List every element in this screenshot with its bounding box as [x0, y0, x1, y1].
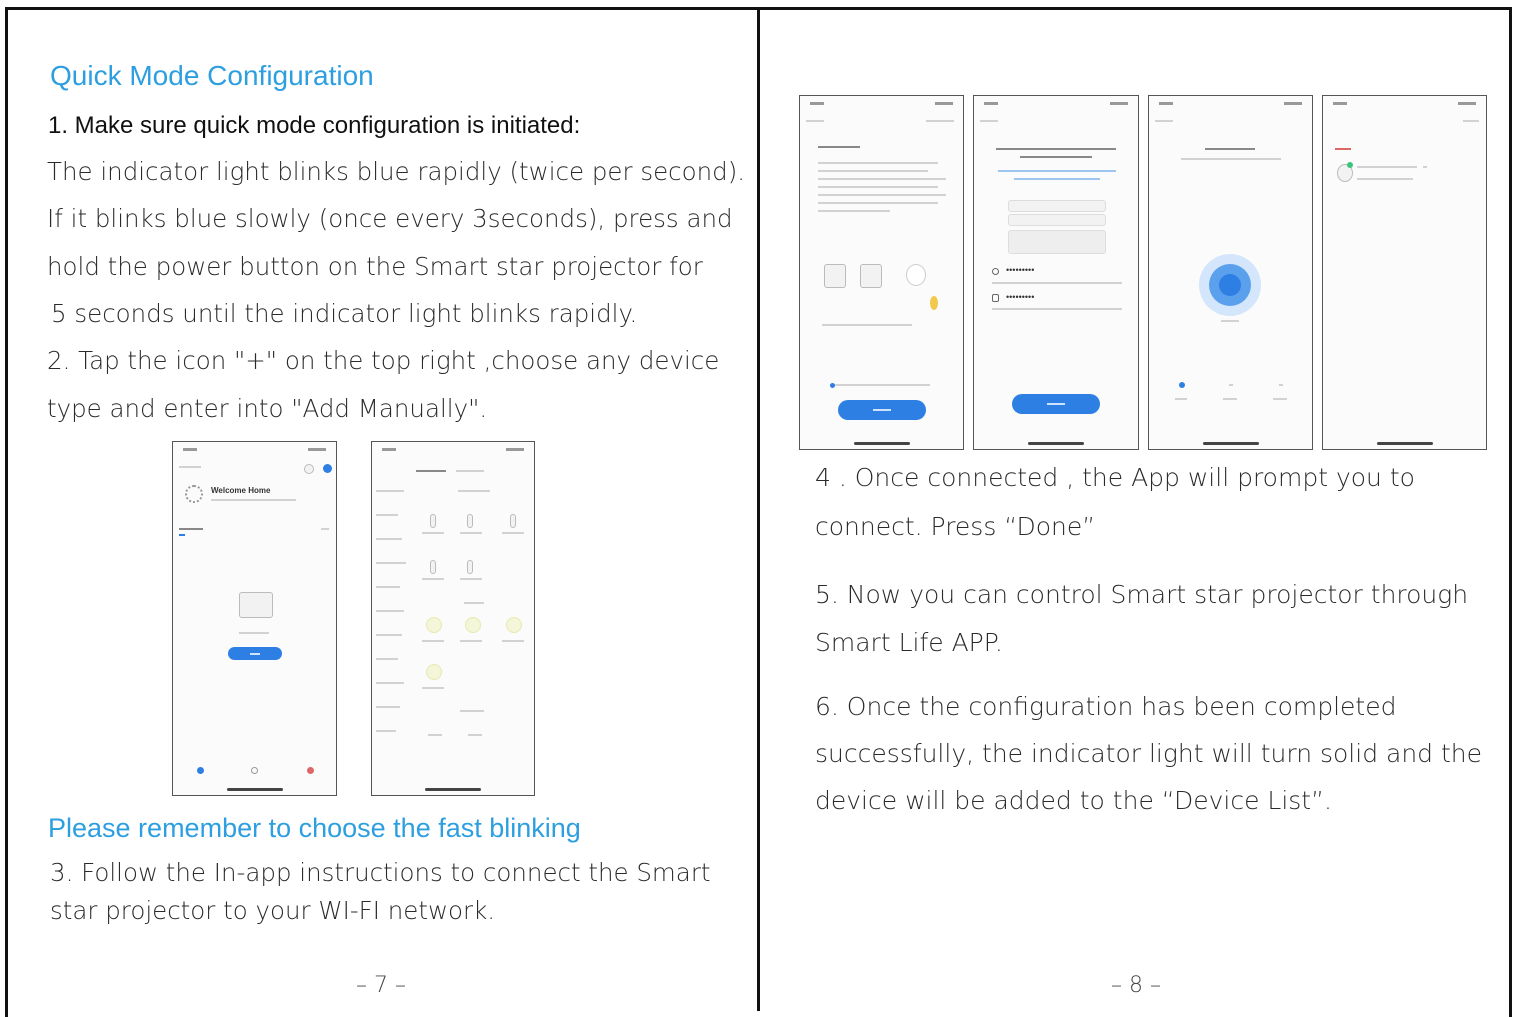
welcome-title: Welcome Home	[211, 486, 271, 495]
lock-icon	[992, 294, 999, 302]
home-tab-icon	[197, 767, 204, 774]
step5-line-2: Smart Life APP.	[815, 628, 1003, 657]
wifi-password-mask-2: •••••••••	[1006, 292, 1035, 302]
step3-line-1: 3. Follow the In-app instructions to con…	[50, 858, 711, 887]
step1-line-4: 5 seconds until the indicator light blin…	[51, 299, 638, 328]
next-button-1	[838, 400, 926, 420]
reminder-text: Please remember to choose the fast blink…	[48, 813, 581, 843]
page-divider	[757, 7, 760, 1011]
step2-line-1: 2. Tap the icon "+" on the top right ,ch…	[47, 346, 720, 375]
router-icon	[824, 264, 846, 288]
phone-screenshot-done	[1322, 95, 1487, 450]
wifi-icon	[992, 268, 999, 275]
step6-line-3: device will be added to the “Device List…	[815, 786, 1332, 815]
step6-line-2: successfully, the indicator light will t…	[815, 739, 1483, 768]
step6-line-1: 6. Once the configuration has been compl…	[815, 692, 1397, 721]
step4-line-2: connect. Press “Done”	[815, 512, 1096, 541]
profile-dot-icon	[323, 464, 332, 473]
step1-line-2: If it blinks blue slowly (once every 3se…	[47, 204, 733, 233]
phone-screenshot-wifi: ••••••••• •••••••••	[973, 95, 1139, 450]
sun-icon	[185, 485, 203, 503]
wifi-password-mask: •••••••••	[1006, 265, 1035, 275]
page-number-right: – 8 –	[1111, 973, 1161, 998]
page-number-left: – 7 –	[356, 973, 406, 998]
step5-line-1: 5. Now you can control Smart star projec…	[815, 580, 1469, 609]
next-button-2	[1012, 394, 1100, 414]
step3-line-2: star projector to your WI-FI network.	[50, 896, 496, 925]
section-heading: Quick Mode Configuration	[50, 60, 374, 91]
empty-device-icon	[239, 592, 273, 618]
step1-title: 1. Make sure quick mode configuration is…	[48, 112, 581, 139]
add-device-button	[228, 647, 282, 660]
phone-screenshot-add-manually	[371, 441, 535, 796]
step2-line-2: type and enter into "Add Manually".	[47, 394, 488, 423]
add-icon	[304, 464, 314, 474]
step1-line-1: The indicator light blinks blue rapidly …	[47, 157, 746, 186]
profile-tab-icon	[307, 767, 314, 774]
phone-screenshot-searching	[1148, 95, 1313, 450]
step4-line-1: 4 . Once connected , the App will prompt…	[815, 463, 1415, 492]
scene-tab-icon	[251, 767, 258, 774]
phone-screenshot-reset-device	[799, 95, 964, 450]
phone-screenshot-home: Welcome Home	[172, 441, 337, 796]
step1-line-3: hold the power button on the Smart star …	[47, 252, 703, 281]
